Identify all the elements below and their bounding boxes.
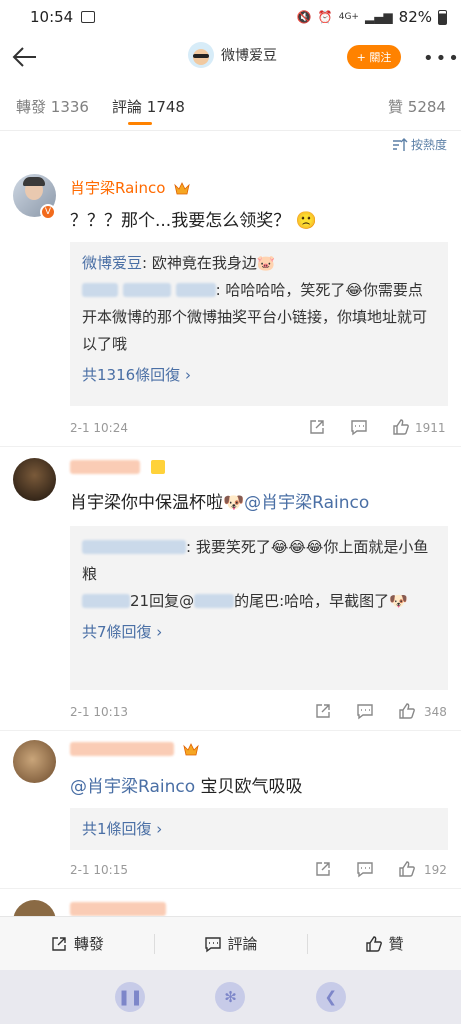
doge-emoji-icon: 🐶 xyxy=(223,493,245,513)
bottom-action-bar: 轉發 評論 贊 xyxy=(0,916,461,970)
like-icon xyxy=(365,935,382,952)
replies-box[interactable]: : 我要笑死了😂😂😂你上面就是小鱼粮 21回复@ 的尾巴:哈哈，早截图了🐶 共7條… xyxy=(70,526,448,690)
like-icon[interactable] xyxy=(398,860,416,878)
laughing-emoji-icon: 😂 xyxy=(345,281,363,299)
active-tab-indicator xyxy=(128,122,152,125)
blurred-username xyxy=(82,283,118,297)
blurred-username xyxy=(82,540,186,554)
tab-comments[interactable]: 評論 1748 xyxy=(112,96,185,117)
blurred-username xyxy=(122,283,171,297)
status-bar: 10:54 🔇 ⏰ 4G+ ▂▄▆ 82% xyxy=(0,0,461,34)
divider xyxy=(0,130,461,131)
blurred-username xyxy=(175,283,216,297)
replies-box[interactable]: 共1條回復 › xyxy=(70,808,448,850)
verified-badge-icon: V xyxy=(40,204,56,220)
share-icon[interactable] xyxy=(314,860,332,878)
share-icon[interactable] xyxy=(308,418,326,436)
reply-icon[interactable] xyxy=(356,860,374,878)
reply-icon[interactable] xyxy=(350,418,368,436)
comment-button[interactable]: 評論 xyxy=(153,917,308,970)
account-avatar xyxy=(188,42,214,68)
comment-meta: 2-1 10:13 348 xyxy=(70,702,448,722)
more-replies-link[interactable]: 共1條回復 › xyxy=(82,816,436,843)
divider xyxy=(0,730,461,731)
commenter-name[interactable] xyxy=(70,740,199,758)
mention-link[interactable]: @肖宇梁Rainco xyxy=(70,777,195,797)
repost-button[interactable]: 轉發 xyxy=(0,917,154,970)
replies-box[interactable]: 微博爱豆: 欧神竟在我身边🐷 : 哈哈哈哈，笑死了😂你需要点开本微博的那个微博抽… xyxy=(70,242,448,406)
comment-text: ？？？那个...我要怎么领奖？ 🙁 xyxy=(70,211,317,231)
blurred-username xyxy=(82,594,130,608)
system-navigation-bar: ❚❚ ✻ ❮ xyxy=(0,970,461,1024)
reply-line: : 我要笑死了😂😂😂你上面就是小鱼粮 xyxy=(82,538,429,583)
commenter-name[interactable] xyxy=(70,458,165,476)
battery-percent: 82% xyxy=(398,8,432,26)
pause-icon[interactable]: ❚❚ xyxy=(115,982,146,1012)
comment-text: @肖宇梁Rainco 宝贝欧气吸吸 xyxy=(70,777,303,797)
mention-link[interactable]: @肖宇梁Rainco xyxy=(244,493,369,513)
more-options-icon[interactable]: ••• xyxy=(423,48,461,69)
like-count: 1911 xyxy=(415,421,446,435)
divider xyxy=(0,888,461,889)
battery-icon xyxy=(438,9,447,25)
doge-emoji-icon: 🐶 xyxy=(389,592,408,610)
divider xyxy=(0,446,461,447)
tab-repost[interactable]: 轉發 1336 xyxy=(16,96,89,117)
pig-emoji-icon: 🐷 xyxy=(256,254,276,272)
badge-icon xyxy=(150,460,165,474)
blurred-username xyxy=(70,460,140,474)
blurred-username xyxy=(70,902,166,916)
comment-date: 2-1 10:24 xyxy=(70,421,128,435)
like-icon[interactable] xyxy=(392,418,410,436)
repost-icon xyxy=(52,936,66,951)
vip-crown-icon xyxy=(174,182,190,195)
mute-icon: 🔇 xyxy=(296,10,312,24)
status-icons: 🔇 ⏰ 4G+ ▂▄▆ 82% xyxy=(297,8,447,26)
back-heart-icon[interactable]: ❮ xyxy=(315,982,346,1012)
flower-icon[interactable]: ✻ xyxy=(215,982,246,1012)
vip-crown-icon xyxy=(183,743,199,756)
comment-meta: 2-1 10:24 1911 xyxy=(70,418,448,438)
follow-button[interactable]: + 關注 xyxy=(347,45,401,69)
comment-text: 肖宇梁你中保温杯啦🐶@肖宇梁Rainco xyxy=(70,493,370,513)
reply-icon[interactable] xyxy=(356,702,374,720)
status-time: 10:54 xyxy=(30,8,74,26)
signal-icon: ▂▄▆ xyxy=(364,10,393,24)
comment-icon xyxy=(204,936,221,952)
nav-bar: 微博爱豆 + 關注 ••• xyxy=(0,34,461,80)
alarm-icon: ⏰ xyxy=(317,10,333,24)
gallery-notification-icon xyxy=(81,11,96,23)
tab-likes[interactable]: 贊 5284 xyxy=(388,96,446,117)
blurred-username xyxy=(194,594,235,608)
network-type: 4G+ xyxy=(338,12,359,22)
reply-line: 21回复@ 的尾巴:哈哈，早截图了🐶 xyxy=(82,588,436,615)
sort-toggle[interactable]: 按熱度 xyxy=(392,136,447,153)
comment-date: 2-1 10:13 xyxy=(70,705,128,719)
like-count: 348 xyxy=(424,705,447,719)
reply-line: : 哈哈哈哈，笑死了😂你需要点开本微博的那个微博抽奖平台小链接，你填地址就可以了… xyxy=(82,281,428,353)
sort-icon xyxy=(392,137,408,151)
more-replies-link[interactable]: 共1316條回復 › xyxy=(82,362,436,389)
like-count: 192 xyxy=(424,863,447,877)
share-icon[interactable] xyxy=(314,702,332,720)
sad-face-emoji-icon: 🙁 xyxy=(295,211,317,231)
account-header[interactable]: 微博爱豆 xyxy=(188,42,277,68)
comment-meta: 2-1 10:15 192 xyxy=(70,860,448,880)
blurred-username xyxy=(70,742,174,756)
commenter-name[interactable]: 肖宇梁Rainco xyxy=(70,177,190,198)
more-replies-link[interactable]: 共7條回復 › xyxy=(82,619,436,646)
laughing-emoji-icon: 😂😂😂 xyxy=(270,538,324,556)
account-name: 微博爱豆 xyxy=(221,48,277,64)
comment-date: 2-1 10:15 xyxy=(70,863,128,877)
like-icon[interactable] xyxy=(398,702,416,720)
reply-line: 微博爱豆: 欧神竟在我身边🐷 xyxy=(82,254,276,272)
tab-bar: 轉發 1336 評論 1748 贊 5284 xyxy=(0,82,461,130)
like-button[interactable]: 贊 xyxy=(307,917,461,970)
back-arrow-icon[interactable] xyxy=(10,42,40,72)
commenter-avatar[interactable] xyxy=(13,458,56,501)
commenter-avatar[interactable] xyxy=(13,740,56,783)
